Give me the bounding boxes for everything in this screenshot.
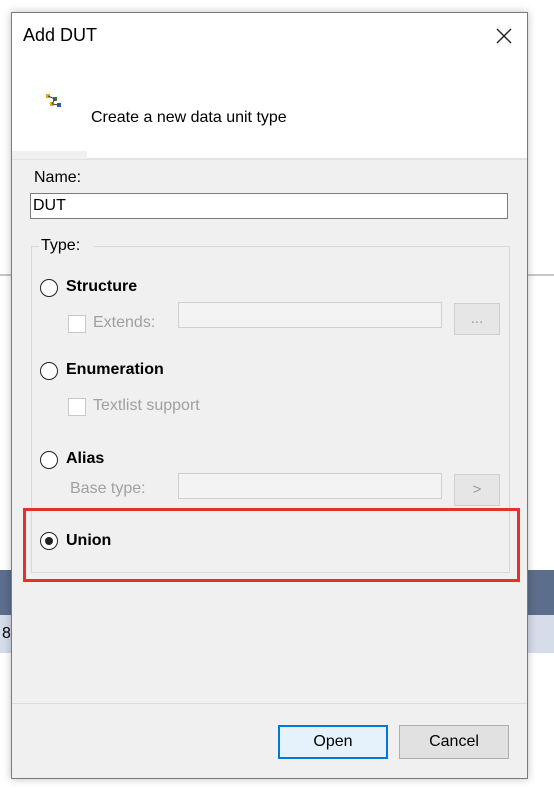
enumeration-label[interactable]: Enumeration: [66, 361, 164, 379]
union-highlight-box: [23, 508, 520, 582]
background-row-text: 8: [2, 625, 11, 642]
type-group-label: Type:: [40, 237, 82, 255]
footer-separator: [12, 703, 527, 704]
extends-checkbox[interactable]: [68, 315, 86, 333]
alias-radio[interactable]: [40, 451, 58, 469]
dialog-subtitle: Create a new data unit type: [91, 109, 287, 126]
groupbox-border: [31, 246, 39, 247]
textlist-support-label: Textlist support: [93, 397, 200, 414]
base-type-label: Base type:: [70, 480, 146, 497]
header-separator: [12, 158, 527, 160]
extends-browse-button[interactable]: ...: [454, 303, 500, 335]
groupbox-border: [94, 246, 510, 247]
textlist-support-checkbox[interactable]: [68, 398, 86, 416]
background-divider: [528, 274, 554, 276]
close-icon: [496, 28, 512, 44]
close-button[interactable]: [490, 23, 518, 49]
dialog-header: Add DUT Create a new data unit type: [12, 13, 527, 158]
enumeration-radio[interactable]: [40, 362, 58, 380]
extends-label: Extends:: [93, 314, 156, 331]
structure-radio[interactable]: [40, 279, 58, 297]
extends-input[interactable]: [178, 302, 442, 328]
cancel-button[interactable]: Cancel: [399, 725, 509, 759]
add-dut-dialog: Add DUT Create a new data unit type Name…: [11, 12, 528, 779]
structure-label[interactable]: Structure: [66, 278, 137, 296]
base-type-input[interactable]: [178, 473, 442, 499]
name-input[interactable]: [30, 193, 508, 219]
dut-wizard-icon: [45, 93, 63, 111]
base-type-button[interactable]: >: [454, 474, 500, 506]
dialog-title: Add DUT: [23, 25, 98, 45]
open-button[interactable]: Open: [278, 725, 388, 759]
background-divider: [0, 274, 11, 276]
alias-label[interactable]: Alias: [66, 450, 104, 468]
header-tab: [12, 151, 87, 159]
name-label: Name:: [34, 169, 82, 186]
